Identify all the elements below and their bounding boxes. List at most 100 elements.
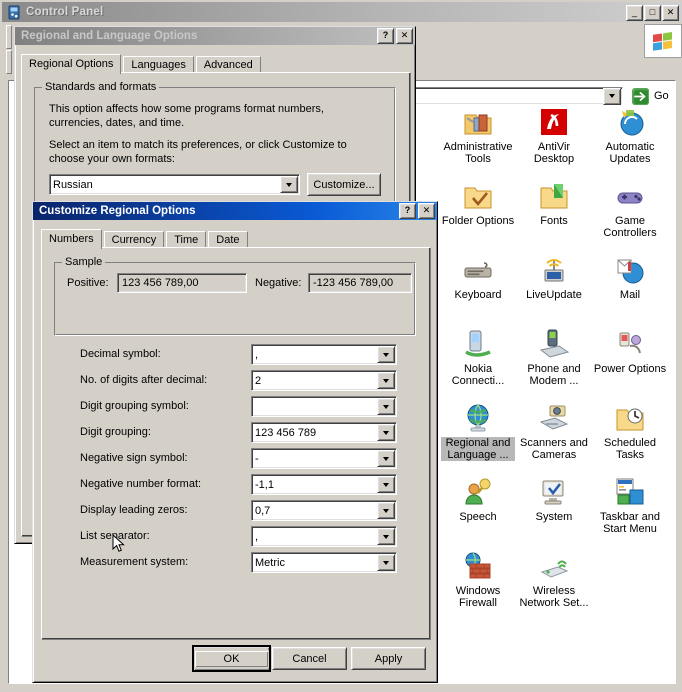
regional-dialog-title-buttons: ? ✕ xyxy=(375,28,413,44)
customize-regional-options-dialog: Customize Regional Options ? ✕ Numbers C… xyxy=(32,201,438,683)
field-dropdown-arrow-7[interactable] xyxy=(377,528,395,545)
address-input[interactable] xyxy=(401,87,623,105)
customize-dialog-title: Customize Regional Options xyxy=(39,205,196,217)
go-button[interactable]: Go xyxy=(629,86,672,106)
cp-icon-item[interactable]: Keyboard xyxy=(441,254,515,301)
field-combobox-8[interactable]: Metric xyxy=(251,552,397,573)
cp-icon-item[interactable]: AntiVir Desktop xyxy=(517,106,591,165)
locale-dropdown-arrow[interactable] xyxy=(280,176,298,193)
regional-dialog-titlebar[interactable]: Regional and Language Options ? ✕ xyxy=(15,27,415,45)
field-combobox-2[interactable] xyxy=(251,396,397,417)
cp-icon-label-wrap: Fonts xyxy=(517,215,591,227)
locale-combobox[interactable]: Russian xyxy=(49,174,300,195)
close-icon[interactable]: ✕ xyxy=(418,203,435,219)
maximize-button[interactable]: □ xyxy=(644,5,661,21)
field-dropdown-arrow-0[interactable] xyxy=(377,346,395,363)
cp-icon-item[interactable]: Automatic Updates xyxy=(593,106,667,165)
field-combobox-0[interactable]: , xyxy=(251,344,397,365)
control-panel-titlebar[interactable]: Control Panel _ □ ✕ xyxy=(2,2,682,22)
nokia-connect-icon xyxy=(462,328,494,360)
cp-icon-item[interactable]: Phone and Modem ... xyxy=(517,328,591,387)
taskbar-start-icon xyxy=(614,476,646,508)
field-label-2: Digit grouping symbol: xyxy=(80,400,189,412)
field-dropdown-arrow-4[interactable] xyxy=(377,450,395,467)
cp-icon-item[interactable]: Mail xyxy=(593,254,667,301)
cp-icon-item[interactable]: Folder Options xyxy=(441,180,515,227)
tab-languages[interactable]: Languages xyxy=(123,56,194,73)
field-combobox-1[interactable]: 2 xyxy=(251,370,397,391)
tab-date[interactable]: Date xyxy=(208,231,248,248)
help-button[interactable]: ? xyxy=(377,28,394,44)
cp-icon-label: Scheduled Tasks xyxy=(604,437,656,461)
tab-time[interactable]: Time xyxy=(166,231,207,248)
cp-icon-label-wrap: Game Controllers xyxy=(593,215,667,239)
field-combobox-7[interactable]: , xyxy=(251,526,397,547)
tab-currency[interactable]: Currency xyxy=(103,231,165,248)
scanners-cameras-icon xyxy=(538,402,570,434)
positive-sample-field: 123 456 789,00 xyxy=(117,273,247,293)
close-button[interactable]: ✕ xyxy=(662,5,679,21)
field-combobox-5[interactable]: -1,1 xyxy=(251,474,397,495)
numbers-tabpage: Sample Positive: 123 456 789,00 Negative… xyxy=(41,247,431,640)
cp-icon-item[interactable]: Scheduled Tasks xyxy=(593,402,667,461)
cp-icon-item[interactable]: Scanners and Cameras xyxy=(517,402,591,461)
field-combobox-3[interactable]: 123 456 789 xyxy=(251,422,397,443)
field-dropdown-arrow-8[interactable] xyxy=(377,554,395,571)
field-dropdown-arrow-5[interactable] xyxy=(377,476,395,493)
minimize-button[interactable]: _ xyxy=(626,5,643,21)
customize-button[interactable]: Customize... xyxy=(307,173,381,196)
negative-sample-field: -123 456 789,00 xyxy=(308,273,412,293)
field-value-4: - xyxy=(255,452,259,465)
field-combobox-4[interactable]: - xyxy=(251,448,397,469)
antivir-icon xyxy=(538,106,570,138)
cp-icon-label: Speech xyxy=(459,511,497,523)
customize-tabstrip: Numbers Currency Time Date xyxy=(41,228,429,249)
cp-icon-item[interactable]: Fonts xyxy=(517,180,591,227)
cp-icon-label-wrap: Phone and Modem ... xyxy=(517,363,591,387)
customize-dialog-titlebar[interactable]: Customize Regional Options ? ✕ xyxy=(33,202,437,220)
cp-icon-item[interactable]: Windows Firewall xyxy=(441,550,515,609)
cp-icon-item[interactable]: Nokia Connecti... xyxy=(441,328,515,387)
control-panel-icon xyxy=(7,5,22,20)
field-dropdown-arrow-2[interactable] xyxy=(377,398,395,415)
field-dropdown-arrow-1[interactable] xyxy=(377,372,395,389)
cp-icon-item[interactable]: Speech xyxy=(441,476,515,523)
cp-icon-item[interactable]: Taskbar and Start Menu xyxy=(593,476,667,535)
cp-icon-label-wrap: Windows Firewall xyxy=(441,585,515,609)
control-panel-title: Control Panel xyxy=(26,6,104,18)
field-label-6: Display leading zeros: xyxy=(80,504,188,516)
apply-button[interactable]: Apply xyxy=(351,647,426,670)
toolbar-grip-1[interactable] xyxy=(6,25,12,49)
tab-numbers[interactable]: Numbers xyxy=(41,229,102,249)
cp-icon-item[interactable]: Regional and Language ... xyxy=(441,402,515,461)
cp-icon-label-wrap: Keyboard xyxy=(441,289,515,301)
cp-icon-item[interactable]: System xyxy=(517,476,591,523)
speech-icon xyxy=(462,476,494,508)
cp-icon-label: Fonts xyxy=(540,215,568,227)
fonts-icon xyxy=(538,180,570,212)
go-arrow-icon xyxy=(632,87,649,105)
wireless-network-icon xyxy=(538,550,570,582)
field-dropdown-arrow-6[interactable] xyxy=(377,502,395,519)
cancel-button[interactable]: Cancel xyxy=(272,647,347,670)
field-value-8: Metric xyxy=(255,556,285,569)
cp-icon-label-wrap: Mail xyxy=(593,289,667,301)
cp-icon-item[interactable]: Administrative Tools xyxy=(441,106,515,165)
customize-tab-container: Numbers Currency Time Date Sample Positi… xyxy=(41,228,431,640)
field-combobox-6[interactable]: 0,7 xyxy=(251,500,397,521)
ok-button[interactable]: OK xyxy=(192,645,271,672)
cp-icon-item[interactable]: Power Options xyxy=(593,328,667,375)
close-icon[interactable]: ✕ xyxy=(396,28,413,44)
cp-icon-item[interactable]: Game Controllers xyxy=(593,180,667,239)
address-dropdown-arrow[interactable] xyxy=(603,87,621,105)
tab-advanced[interactable]: Advanced xyxy=(195,56,261,73)
cp-icon-item[interactable]: Wireless Network Set... xyxy=(517,550,591,609)
field-value-3: 123 456 789 xyxy=(255,426,317,439)
cp-icon-item[interactable]: LiveUpdate xyxy=(517,254,591,301)
field-dropdown-arrow-3[interactable] xyxy=(377,424,395,441)
cp-icon-label-wrap: Regional and Language ... xyxy=(441,437,515,461)
cp-icon-label-wrap: Automatic Updates xyxy=(593,141,667,165)
toolbar-grip-2[interactable] xyxy=(6,50,12,74)
help-button[interactable]: ? xyxy=(399,203,416,219)
tab-regional-options[interactable]: Regional Options xyxy=(21,54,122,74)
